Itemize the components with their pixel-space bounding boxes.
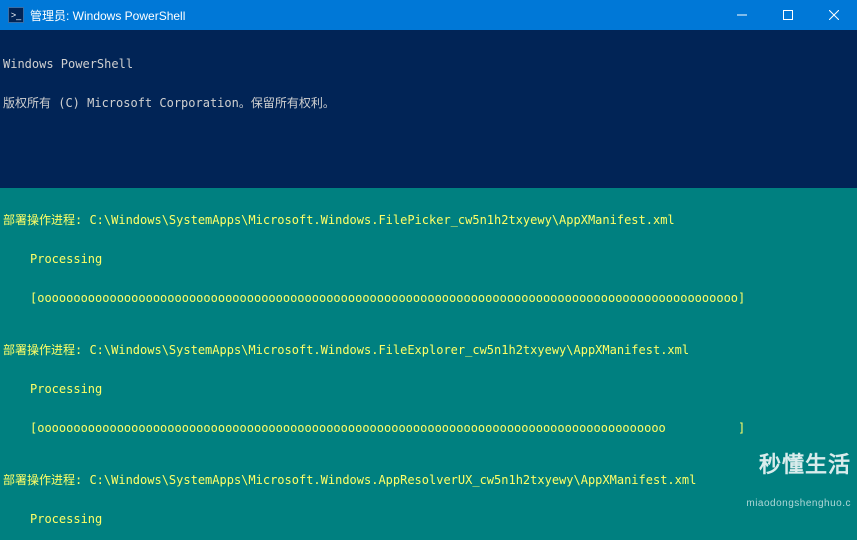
deploy-label: 部署操作进程: <box>3 474 89 487</box>
status-line: Processing <box>0 383 857 396</box>
deploy-label: 部署操作进程: <box>3 344 89 357</box>
status-line: Processing <box>0 513 857 526</box>
powershell-icon: >_ <box>8 7 24 23</box>
ps-header-line2: 版权所有 (C) Microsoft Corporation。保留所有权利。 <box>0 97 857 110</box>
deploy-op-line: 部署操作进程: C:\Windows\SystemApps\Microsoft.… <box>0 214 857 227</box>
deploy-path: C:\Windows\SystemApps\Microsoft.Windows.… <box>89 474 696 487</box>
progress-block: 部署操作进程: C:\Windows\SystemApps\Microsoft.… <box>0 188 857 540</box>
titlebar[interactable]: >_ 管理员: Windows PowerShell <box>0 0 857 30</box>
deploy-path: C:\Windows\SystemApps\Microsoft.Windows.… <box>89 214 674 227</box>
terminal-output[interactable]: Windows PowerShell 版权所有 (C) Microsoft Co… <box>0 30 857 540</box>
deploy-op-line: 部署操作进程: C:\Windows\SystemApps\Microsoft.… <box>0 474 857 487</box>
deploy-path: C:\Windows\SystemApps\Microsoft.Windows.… <box>89 344 689 357</box>
window-title: 管理员: Windows PowerShell <box>30 7 185 24</box>
minimize-button[interactable] <box>719 0 765 30</box>
deploy-op-line: 部署操作进程: C:\Windows\SystemApps\Microsoft.… <box>0 344 857 357</box>
progress-bar: [ooooooooooooooooooooooooooooooooooooooo… <box>0 422 857 435</box>
maximize-button[interactable] <box>765 0 811 30</box>
close-button[interactable] <box>811 0 857 30</box>
powershell-window: >_ 管理员: Windows PowerShell Windows Power… <box>0 0 857 540</box>
deploy-label: 部署操作进程: <box>3 214 89 227</box>
blank-line <box>0 136 857 149</box>
status-line: Processing <box>0 253 857 266</box>
progress-bar: [ooooooooooooooooooooooooooooooooooooooo… <box>0 292 857 305</box>
ps-header-line1: Windows PowerShell <box>0 58 857 71</box>
